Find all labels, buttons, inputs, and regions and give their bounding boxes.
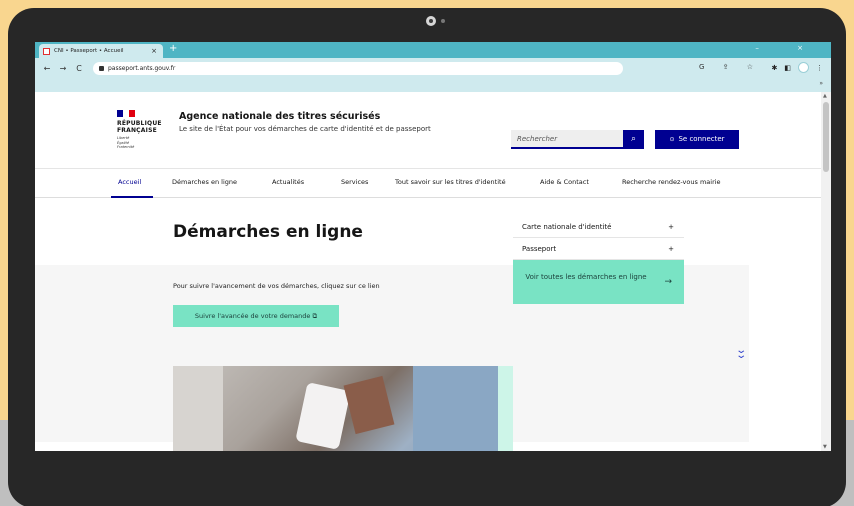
tab-bar: CNI • Passeport • Accueil × + – × — [35, 42, 831, 58]
address-action-icons[interactable]: G ⇪ ☆ — [699, 63, 761, 71]
side-item-passeport[interactable]: Passeport + — [513, 238, 684, 260]
bookmark-bar: » — [35, 78, 831, 92]
expand-plus-icon: + — [668, 245, 674, 253]
close-tab-icon[interactable]: × — [151, 47, 157, 55]
webcam — [426, 16, 452, 26]
expand-plus-icon: + — [668, 223, 674, 231]
hero-accent-strip — [498, 366, 513, 451]
browser-menu-icon[interactable]: ⋮ — [816, 64, 823, 72]
page-title: Démarches en ligne — [173, 222, 363, 242]
nav-item-services[interactable]: Services — [341, 178, 368, 186]
search-button[interactable]: ⌕ — [623, 130, 644, 149]
logo-motto: Liberté Égalité Fraternité — [117, 136, 157, 150]
nav-item-demarches[interactable]: Démarches en ligne — [172, 178, 237, 186]
url-text: passeport.ants.gouv.fr — [108, 64, 176, 72]
browser-tab[interactable]: CNI • Passeport • Accueil × — [39, 44, 163, 58]
sidepanel-icon[interactable]: ◧ — [784, 64, 791, 72]
scroll-down-chevron-icon[interactable]: ⌄ ⌄ — [735, 346, 747, 361]
nav-item-accueil[interactable]: Accueil — [118, 178, 141, 186]
scroll-up-icon[interactable]: ▲ — [823, 93, 827, 99]
lock-icon — [99, 65, 104, 71]
url-input[interactable]: passeport.ants.gouv.fr — [93, 61, 623, 75]
site-title[interactable]: Agence nationale des titres sécurisés — [179, 111, 380, 122]
side-menu: Carte nationale d'identité + Passeport +… — [513, 216, 684, 304]
reload-icon[interactable]: C — [75, 64, 83, 73]
favicon-icon — [43, 47, 50, 55]
side-item-cni[interactable]: Carte nationale d'identité + — [513, 216, 684, 238]
search-input[interactable]: Rechercher — [511, 130, 623, 149]
follow-instructions: Pour suivre l'avancement de vos démarche… — [173, 282, 380, 290]
page-scrollbar[interactable]: ▲ ▼ — [821, 92, 831, 451]
follow-request-button[interactable]: Suivre l'avancée de votre demande ⧉ — [173, 305, 339, 327]
active-nav-indicator — [111, 196, 153, 198]
site-tagline: Le site de l'État pour vos démarches de … — [179, 125, 431, 133]
scroll-thumb[interactable] — [823, 102, 829, 172]
user-icon: ⊙ — [669, 136, 675, 143]
search-icon: ⌕ — [630, 134, 637, 144]
nav-item-tout-savoir[interactable]: Tout savoir sur les titres d'identité — [395, 178, 506, 186]
cta-label: Voir toutes les démarches en ligne — [525, 273, 647, 281]
main-navigation: Accueil Démarches en ligne Actualités Se… — [35, 168, 821, 198]
arrow-right-icon: → — [664, 277, 672, 287]
side-item-label: Passeport — [522, 245, 557, 253]
french-flag-icon — [117, 110, 135, 117]
logo-line-1: RÉPUBLIQUE — [117, 120, 162, 127]
camera-lens-icon — [426, 16, 436, 26]
new-tab-button[interactable]: + — [169, 43, 177, 54]
profile-avatar[interactable] — [798, 62, 809, 73]
republique-francaise-logo[interactable]: RÉPUBLIQUE FRANÇAISE Liberté Égalité Fra… — [117, 110, 162, 150]
browser-window: CNI • Passeport • Accueil × + – × ← → C … — [35, 42, 831, 451]
web-page: RÉPUBLIQUE FRANÇAISE Liberté Égalité Fra… — [35, 92, 821, 451]
forward-arrow-icon[interactable]: → — [59, 64, 67, 73]
camera-led-icon — [441, 19, 445, 23]
sleeve-shape — [413, 366, 498, 451]
bookmarks-overflow-icon[interactable]: » — [819, 80, 823, 87]
login-button[interactable]: ⊙ Se connecter — [655, 130, 739, 149]
logo-line-2: FRANÇAISE — [117, 127, 157, 134]
address-bar: ← → C passeport.ants.gouv.fr G ⇪ ☆ ✱ ◧ ⋮ — [35, 58, 831, 78]
nav-item-actualites[interactable]: Actualités — [272, 178, 304, 186]
phone-shape — [295, 382, 351, 450]
motto-fraternite: Fraternité — [117, 145, 135, 149]
window-controls[interactable]: – × — [755, 44, 821, 52]
hero-image — [173, 366, 498, 451]
back-arrow-icon[interactable]: ← — [43, 64, 51, 73]
extension-area: ✱ ◧ ⋮ — [772, 62, 823, 73]
login-label: Se connecter — [678, 135, 725, 143]
tab-title: CNI • Passeport • Accueil — [54, 48, 124, 54]
side-item-label: Carte nationale d'identité — [522, 223, 612, 231]
nav-item-rendez-vous[interactable]: Recherche rendez-vous mairie — [622, 178, 721, 186]
card-shape — [343, 375, 395, 435]
scroll-down-icon[interactable]: ▼ — [823, 444, 827, 450]
all-demarches-button[interactable]: Voir toutes les démarches en ligne → — [513, 260, 684, 304]
nav-item-aide-contact[interactable]: Aide & Contact — [540, 178, 589, 186]
extensions-puzzle-icon[interactable]: ✱ — [772, 64, 778, 72]
